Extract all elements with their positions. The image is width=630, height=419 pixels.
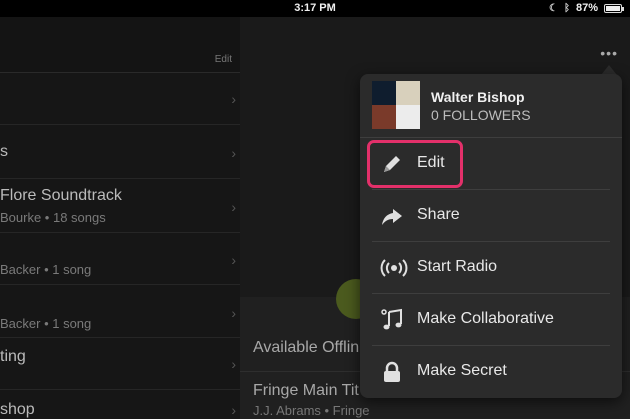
track-title[interactable]: Fringe Main Tit bbox=[253, 382, 359, 400]
playlist-row-subtitle: Bourke • 18 songs bbox=[0, 210, 106, 225]
followers-count: 0 FOLLOWERS bbox=[431, 107, 531, 123]
chevron-right-icon: › bbox=[231, 145, 236, 161]
owner-name: Walter Bishop bbox=[431, 89, 525, 105]
playlist-list-header: Edit bbox=[0, 17, 240, 73]
edit-highlight-outline bbox=[367, 140, 463, 188]
playlist-row[interactable]: Backer • 1 song › bbox=[0, 233, 240, 285]
menu-item-make-collaborative[interactable]: Make Collaborative bbox=[372, 294, 610, 346]
battery-percent: 87% bbox=[575, 2, 598, 14]
playlist-row[interactable]: shop › bbox=[0, 390, 240, 419]
playlist-row-subtitle: Backer • 1 song bbox=[0, 262, 92, 277]
playlist-row[interactable]: s › bbox=[0, 125, 240, 179]
playlist-artwork bbox=[372, 81, 420, 129]
battery-icon bbox=[604, 3, 624, 13]
playlist-row-subtitle: Backer • 1 song bbox=[0, 316, 92, 331]
status-time: 3:17 PM bbox=[294, 2, 336, 14]
playlist-list-pane: Edit › s › Flore Soundtrack Bourke • 18 … bbox=[0, 17, 240, 419]
menu-item-share[interactable]: Share bbox=[372, 190, 610, 242]
popover-header: Walter Bishop 0 FOLLOWERS bbox=[360, 74, 622, 138]
chevron-right-icon: › bbox=[231, 91, 236, 107]
chevron-right-icon: › bbox=[231, 402, 236, 418]
menu-item-start-radio[interactable]: Start Radio bbox=[372, 242, 610, 294]
status-bar: 3:17 PM ☾ ᛒ 87% bbox=[0, 0, 630, 17]
bluetooth-icon: ᛒ bbox=[563, 2, 570, 14]
playlist-row[interactable]: Flore Soundtrack Bourke • 18 songs › bbox=[0, 179, 240, 233]
radio-icon bbox=[380, 256, 408, 280]
playlist-row-title: ting bbox=[0, 348, 26, 365]
more-options-icon[interactable]: ••• bbox=[600, 45, 618, 61]
playlist-row-title: Flore Soundtrack bbox=[0, 187, 122, 204]
chevron-right-icon: › bbox=[231, 199, 236, 215]
menu-item-label: Share bbox=[417, 206, 460, 223]
moon-icon: ☾ bbox=[549, 2, 558, 14]
status-right: ☾ ᛒ 87% bbox=[549, 2, 624, 14]
menu-item-make-secret[interactable]: Make Secret bbox=[372, 346, 610, 398]
track-artist: J.J. Abrams • Fringe bbox=[253, 403, 370, 418]
available-offline-label: Available Offlin bbox=[253, 339, 360, 356]
chevron-right-icon: › bbox=[231, 252, 236, 268]
playlist-row[interactable]: ting › bbox=[0, 338, 240, 390]
menu-item-label: Make Secret bbox=[417, 362, 507, 379]
lock-icon bbox=[380, 360, 404, 384]
share-arrow-icon bbox=[380, 204, 404, 228]
music-note-icon bbox=[380, 308, 404, 332]
chevron-right-icon: › bbox=[231, 305, 236, 321]
playlist-row-title: s bbox=[0, 143, 8, 160]
menu-item-label: Make Collaborative bbox=[417, 310, 554, 327]
list-edit-button[interactable]: Edit bbox=[215, 54, 232, 65]
playlist-row[interactable]: Backer • 1 song › bbox=[0, 285, 240, 338]
menu-item-label: Start Radio bbox=[417, 258, 498, 275]
playlist-options-popover: Walter Bishop 0 FOLLOWERS Edit Share Sta… bbox=[360, 74, 622, 398]
playlist-row-title: shop bbox=[0, 401, 35, 418]
playlist-row[interactable]: › bbox=[0, 73, 240, 125]
chevron-right-icon: › bbox=[231, 356, 236, 372]
